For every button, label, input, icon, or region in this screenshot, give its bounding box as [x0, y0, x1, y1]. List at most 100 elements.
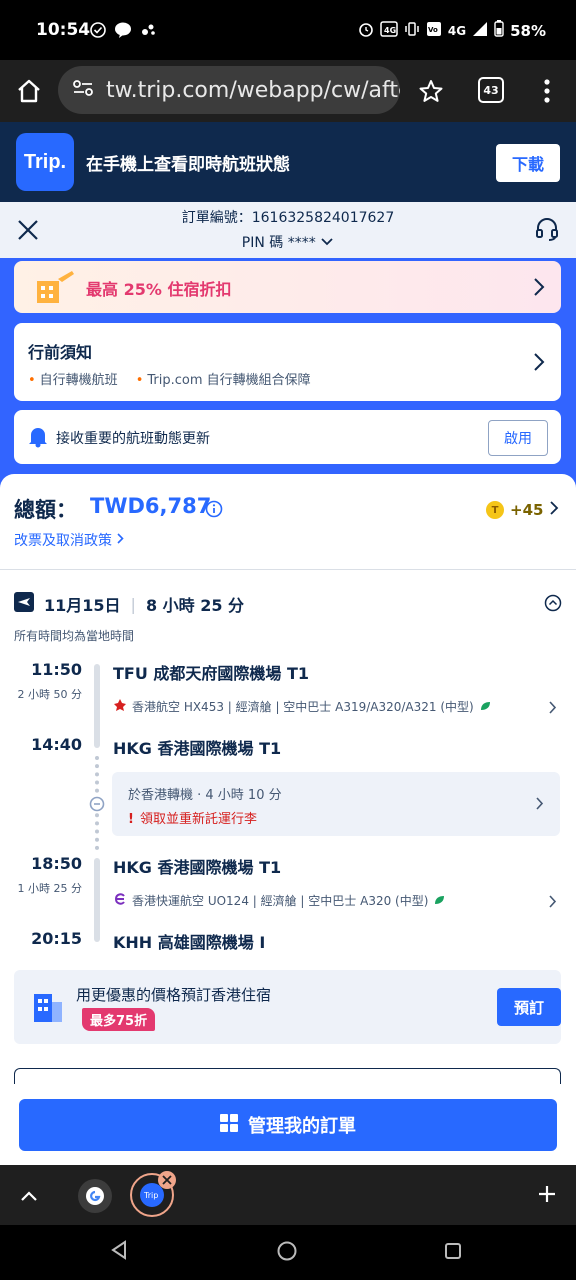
flight-duration: 2 小時 50 分	[17, 688, 83, 701]
site-settings-icon[interactable]	[72, 79, 94, 101]
notice-item: • Trip.com 自行轉機組合保障	[135, 373, 311, 388]
signal-icon	[472, 21, 488, 41]
check-icon	[90, 22, 106, 42]
trip-coins-points[interactable]: T +45	[486, 500, 559, 520]
grid-icon	[220, 1113, 238, 1137]
total-label: 總額：	[14, 498, 77, 522]
battery-label: 58%	[510, 21, 546, 40]
chevron-right-icon	[533, 352, 545, 376]
url-text: tw.trip.com/webapp/cw/afte	[106, 77, 400, 103]
status-time: 10:54	[36, 20, 91, 40]
hong-kong-airlines-logo-icon	[113, 697, 127, 716]
new-tab-plus-icon[interactable]	[538, 1185, 556, 1207]
url-field[interactable]: tw.trip.com/webapp/cw/afte	[58, 66, 400, 114]
line-app-icon	[114, 21, 132, 43]
nearby-share-icon	[140, 22, 156, 42]
plane-icon	[14, 592, 34, 616]
flight-info-row[interactable]: 香港快運航空 UO124 | 經濟艙 | 空中巴士 A320 (中型)	[113, 891, 445, 910]
eco-leaf-icon	[433, 891, 445, 910]
pre-trip-notice-card[interactable]: 行前須知 • 自行轉機航班 • Trip.com 自行轉機組合保障	[14, 323, 561, 401]
google-tab-icon[interactable]	[78, 1179, 112, 1213]
battery-icon	[494, 20, 504, 41]
separator: |	[130, 594, 136, 614]
browser-toolbar: tw.trip.com/webapp/cw/afte 43	[0, 60, 576, 122]
volte-icon: Vo	[426, 21, 442, 41]
manage-order-label: 管理我的訂單	[248, 1116, 356, 1137]
transfer-info-box[interactable]: 於香港轉機 · 4 小時 10 分 ! 領取並重新託運行李	[112, 772, 560, 836]
flight-info: 香港航空 HX453 | 經濟艙 | 空中巴士 A319/A320/A321 (…	[132, 700, 474, 714]
system-navigation-bar	[0, 1225, 576, 1280]
status-bar: 10:54 4G Vo 4G 58%	[0, 0, 576, 60]
bell-icon	[28, 426, 48, 452]
alarm-icon	[358, 21, 374, 41]
departure-time: 11:50	[31, 660, 82, 679]
browser-tab-strip: Trip	[0, 1165, 576, 1225]
banner-text: 在手機上查看即時航班狀態	[86, 155, 290, 175]
hk-express-logo-icon	[113, 891, 127, 910]
flight-date-row: 11月15日 | 8 小時 25 分	[14, 592, 244, 616]
tab-count-button[interactable]: 43	[478, 77, 504, 103]
status-right: 4G Vo 4G 58%	[358, 20, 546, 41]
bookmark-star-icon[interactable]	[418, 78, 444, 108]
arrival-time: 20:15	[31, 929, 82, 948]
transfer-text: 於香港轉機 · 4 小時 10 分	[128, 788, 282, 803]
info-icon[interactable]	[205, 500, 223, 522]
flight-duration: 1 小時 25 分	[17, 882, 83, 895]
promo-text: 最高 25% 住宿折扣	[86, 280, 232, 299]
hotel-offer-title: 用更優惠的價格預訂香港住宿	[76, 986, 272, 1004]
chevron-right-icon	[533, 277, 545, 301]
baggage-warning: ! 領取並重新託運行李	[128, 812, 257, 827]
pin-label: PIN 碼 ****	[241, 235, 316, 251]
flight-date: 11月15日	[44, 596, 121, 615]
svg-text:Trip: Trip	[143, 1191, 158, 1200]
enable-alerts-button[interactable]: 啟用	[488, 420, 548, 456]
flight-info-row[interactable]: 香港航空 HX453 | 經濟艙 | 空中巴士 A319/A320/A321 (…	[113, 697, 491, 716]
timeline-line	[94, 858, 100, 942]
svg-text:Vo: Vo	[428, 26, 438, 34]
flight-alert-card: 接收重要的航班動態更新 啟用	[14, 410, 561, 464]
change-cancel-policy-link[interactable]: 改票及取消政策	[14, 530, 125, 550]
eco-leaf-icon	[479, 697, 491, 716]
close-tab-icon[interactable]	[158, 1171, 176, 1189]
notice-title: 行前須知	[28, 343, 93, 362]
chevron-right-icon[interactable]	[548, 700, 557, 719]
book-hotel-button[interactable]: 預訂	[497, 988, 561, 1026]
download-button[interactable]: 下載	[496, 144, 560, 182]
flight-info: 香港快運航空 UO124 | 經濟艙 | 空中巴士 A320 (中型)	[132, 894, 429, 908]
chevron-up-icon[interactable]	[20, 1187, 38, 1206]
hotel-building-icon	[32, 990, 64, 1028]
pin-code[interactable]: PIN 碼 ****	[0, 232, 576, 252]
vibrate-icon	[404, 21, 420, 41]
more-menu-icon[interactable]	[540, 78, 554, 108]
chevron-right-icon	[116, 533, 125, 549]
notice-item: • 自行轉機航班	[28, 373, 118, 388]
collapse-icon[interactable]	[544, 594, 562, 616]
order-detail-panel: 總額： TWD6,787 T +45 改票及取消政策 11月15日 | 8 小時…	[0, 474, 576, 1180]
arrival-airport: KHH 高雄國際機場 I	[113, 933, 266, 952]
chevron-right-icon	[549, 500, 559, 520]
order-header: 訂單編號：1616325824017627 PIN 碼 ****	[0, 202, 576, 258]
recents-icon[interactable]	[444, 1242, 462, 1264]
total-duration: 8 小時 25 分	[145, 596, 245, 615]
app-download-banner: Trip. 在手機上查看即時航班狀態 下載	[0, 122, 576, 202]
hotel-discount-promo[interactable]: 最高 25% 住宿折扣	[14, 261, 561, 313]
back-icon[interactable]	[110, 1240, 128, 1264]
total-amount: TWD6,787	[90, 494, 212, 518]
chevron-right-icon	[535, 796, 544, 815]
arrival-time: 14:40	[31, 735, 82, 754]
points-value: +45	[510, 501, 544, 519]
customer-support-icon[interactable]	[534, 216, 560, 246]
chevron-right-icon[interactable]	[548, 894, 557, 913]
departure-time: 18:50	[31, 854, 82, 873]
home-icon[interactable]	[16, 78, 42, 108]
hotel-offer-card: 用更優惠的價格預訂香港住宿 最多75折 預訂	[14, 970, 561, 1044]
order-number: 訂單編號：1616325824017627	[181, 210, 395, 226]
home-nav-icon[interactable]	[276, 1240, 298, 1266]
manage-order-button[interactable]: 管理我的訂單	[19, 1099, 557, 1151]
warning-icon: !	[128, 812, 134, 827]
trip-coin-icon: T	[486, 501, 504, 519]
trip-logo: Trip.	[16, 133, 74, 191]
timeline-line	[94, 664, 100, 748]
chevron-down-icon	[320, 235, 334, 251]
notice-items: • 自行轉機航班 • Trip.com 自行轉機組合保障	[28, 369, 311, 388]
